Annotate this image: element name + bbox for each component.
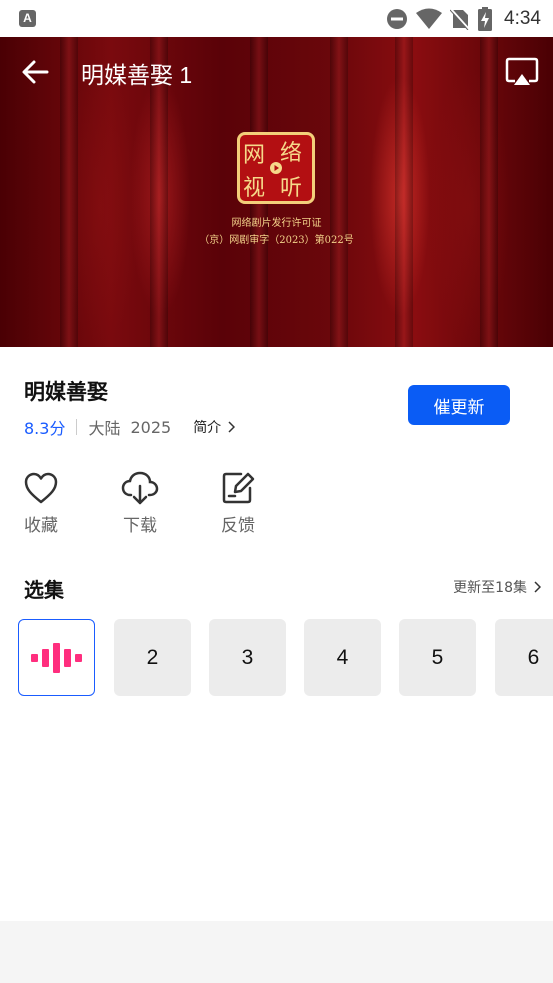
cloud-download-icon (121, 471, 159, 505)
show-meta: 8.3分 大陆 2025 简介 (24, 415, 236, 439)
feedback-label: 反馈 (221, 516, 255, 536)
seal-logo: 网 络 视 听 (237, 132, 315, 204)
seal-char: 听 (280, 176, 303, 201)
chevron-right-icon (228, 421, 236, 433)
playing-bars-icon (30, 642, 82, 673)
back-arrow-icon[interactable] (20, 57, 50, 87)
rating: 8.3分 (24, 419, 66, 438)
update-status: 更新至18集 (453, 580, 527, 596)
no-sim-icon (450, 8, 470, 30)
intro-link[interactable]: 简介 (193, 417, 236, 437)
detail-panel: 明媒善娶 8.3分 大陆 2025 简介 催更新 收藏 下载 反馈 选集 更新至… (0, 347, 553, 921)
episode-item[interactable]: 3 (209, 619, 286, 696)
favorite-button[interactable]: 收藏 (11, 471, 71, 536)
license-number: （京）网剧审字（2023）第022号 (199, 235, 354, 246)
bottom-area (0, 921, 553, 983)
video-player[interactable]: 明媒善娶 1 网 络 视 听 网络剧片发行许可证 （京）网剧审字（2023）第0… (0, 37, 553, 347)
cast-icon[interactable] (505, 57, 539, 87)
episode-list: 2 3 4 5 6 (18, 619, 553, 697)
video-title: 明媒善娶 1 (81, 62, 193, 88)
heart-icon (24, 472, 58, 504)
region: 大陆 (88, 419, 121, 438)
seal-char: 视 (243, 176, 266, 201)
curtain-fold (60, 37, 78, 347)
status-bar: A 4:34 (0, 0, 553, 37)
episodes-update-link[interactable]: 更新至18集 (453, 577, 541, 597)
license-title: 网络剧片发行许可证 (231, 218, 322, 229)
curtain-fold (330, 37, 348, 347)
clock: 4:34 (504, 8, 541, 29)
divider (76, 419, 78, 435)
year: 2025 (130, 417, 172, 437)
wifi-icon (416, 8, 443, 29)
seal-char: 网 (243, 143, 266, 168)
favorite-label: 收藏 (24, 516, 58, 536)
urge-update-button[interactable]: 催更新 (408, 385, 510, 425)
episode-item[interactable]: 2 (114, 619, 191, 696)
curtain-fold (480, 37, 498, 347)
download-label: 下载 (123, 516, 157, 536)
episode-item[interactable]: 6 (495, 619, 553, 696)
feedback-button[interactable]: 反馈 (208, 471, 268, 536)
download-button[interactable]: 下载 (110, 471, 170, 536)
action-row: 收藏 下载 反馈 (0, 471, 553, 541)
battery-charging-icon (478, 7, 493, 31)
intro-label: 简介 (193, 420, 222, 436)
curtain-fold (395, 37, 413, 347)
episodes-header: 选集 (24, 578, 64, 602)
play-mark-icon (270, 162, 282, 174)
app-notification-icon: A (19, 10, 36, 27)
episode-item[interactable]: 4 (304, 619, 381, 696)
status-icons: 4:34 (386, 6, 541, 32)
episode-1-playing[interactable] (18, 619, 95, 696)
episode-item[interactable]: 5 (399, 619, 476, 696)
chevron-right-icon (534, 581, 541, 593)
feedback-edit-icon (222, 472, 255, 504)
dnd-icon (387, 9, 408, 29)
seal-char: 络 (280, 141, 303, 166)
show-title: 明媒善娶 (24, 380, 108, 404)
